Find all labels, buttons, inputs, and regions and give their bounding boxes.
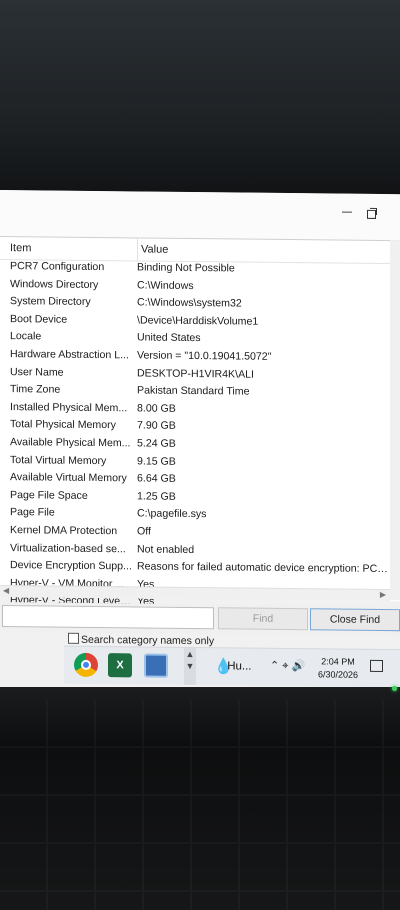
wifi-icon[interactable]: ⌖ — [282, 660, 288, 672]
system-tray[interactable]: ⌃ ⌖ 🔊 — [270, 659, 305, 673]
column-header-value[interactable]: Value — [137, 238, 169, 261]
row-item: Hardware Abstraction L... — [10, 348, 129, 362]
find-bar: Find Close Find — [0, 602, 400, 637]
row-value: C:\pagefile.sys — [137, 507, 207, 521]
system-information-window: Item Value PCR7 Configuration Binding Not… — [0, 190, 400, 692]
row-value: Reasons for failed automatic device encr… — [137, 560, 389, 576]
keyboard-reflection — [0, 700, 400, 910]
column-header-item[interactable]: Item — [10, 242, 31, 254]
minimize-icon[interactable] — [342, 211, 352, 213]
row-value: C:\Windows — [137, 279, 194, 292]
row-item: Total Physical Memory — [10, 418, 116, 432]
volume-icon[interactable]: 🔊 — [292, 660, 306, 672]
weather-drop-icon: 💧 — [214, 658, 233, 676]
row-item: Time Zone — [10, 383, 61, 396]
system-summary-list: Item Value PCR7 Configuration Binding Not… — [0, 236, 400, 608]
close-find-button[interactable]: Close Find — [310, 608, 400, 632]
clock[interactable]: 2:04 PM 6/30/2026 — [318, 655, 358, 681]
title-bar — [0, 190, 400, 241]
row-item: Page File Space — [10, 488, 88, 502]
search-category-checkbox[interactable] — [68, 632, 79, 644]
row-value: United States — [137, 331, 201, 345]
row-value: 5.24 GB — [137, 437, 176, 450]
find-input[interactable] — [2, 605, 214, 630]
clock-time: 2:04 PM — [321, 656, 355, 667]
row-value: Version = "10.0.19041.5072" — [137, 349, 272, 363]
chrome-icon[interactable] — [74, 652, 98, 678]
power-led — [392, 686, 397, 691]
system-information-icon[interactable] — [144, 653, 168, 678]
row-item: Device Encryption Supp... — [10, 559, 132, 573]
row-item: User Name — [10, 365, 64, 379]
row-item: Available Physical Mem... — [10, 436, 131, 450]
row-item: Boot Device — [10, 312, 68, 326]
row-value: Binding Not Possible — [137, 261, 235, 275]
maximize-icon[interactable] — [367, 209, 376, 219]
excel-icon[interactable]: X — [108, 653, 132, 678]
row-value: Not enabled — [137, 542, 195, 556]
row-item: PCR7 Configuration — [10, 260, 105, 274]
row-item: System Directory — [10, 295, 91, 309]
vertical-scrollbar[interactable] — [390, 240, 400, 601]
rows-container: PCR7 Configuration Binding Not Possible Wi… — [0, 260, 400, 616]
taskbar: X ▲ ▼ 💧 Hu... ⌃ ⌖ 🔊 2:04 PM 6/30/2026 — [64, 645, 400, 688]
find-button[interactable]: Find — [218, 607, 308, 631]
row-value: 7.90 GB — [137, 419, 176, 433]
row-value: C:\Windows\system32 — [137, 296, 242, 310]
row-item: Installed Physical Mem... — [10, 400, 128, 415]
scroll-right-icon[interactable]: ▶ — [380, 590, 386, 599]
row-item: Windows Directory — [10, 277, 99, 291]
row-value: Pakistan Standard Time — [137, 384, 250, 398]
row-item: Available Virtual Memory — [10, 471, 127, 485]
row-value: \Device\HarddiskVolume1 — [137, 314, 259, 328]
row-value: Off — [137, 525, 151, 538]
row-item: Total Virtual Memory — [10, 453, 107, 467]
notification-icon[interactable] — [370, 659, 383, 673]
chevron-up-icon[interactable]: ⌃ — [270, 660, 279, 672]
row-item: Locale — [10, 330, 42, 343]
monitor-bezel-top — [0, 0, 400, 190]
weather-widget[interactable]: 💧 Hu... — [214, 657, 252, 676]
row-value: 8.00 GB — [137, 402, 176, 415]
row-value: 9.15 GB — [137, 454, 176, 468]
row-item: Kernel DMA Protection — [10, 524, 118, 538]
weather-text: Hu... — [227, 660, 252, 673]
row-item: Virtualization-based se... — [10, 541, 126, 555]
scroll-left-icon[interactable]: ◀ — [3, 586, 9, 595]
clock-date: 6/30/2026 — [318, 669, 359, 680]
row-value: DESKTOP-H1VIR4K\ALI — [137, 366, 254, 381]
row-value: 1.25 GB — [137, 490, 176, 503]
row-value: 6.64 GB — [137, 472, 176, 485]
row-item: Page File — [10, 506, 55, 519]
chevron-updown-icon[interactable]: ▲ ▼ — [184, 647, 196, 686]
